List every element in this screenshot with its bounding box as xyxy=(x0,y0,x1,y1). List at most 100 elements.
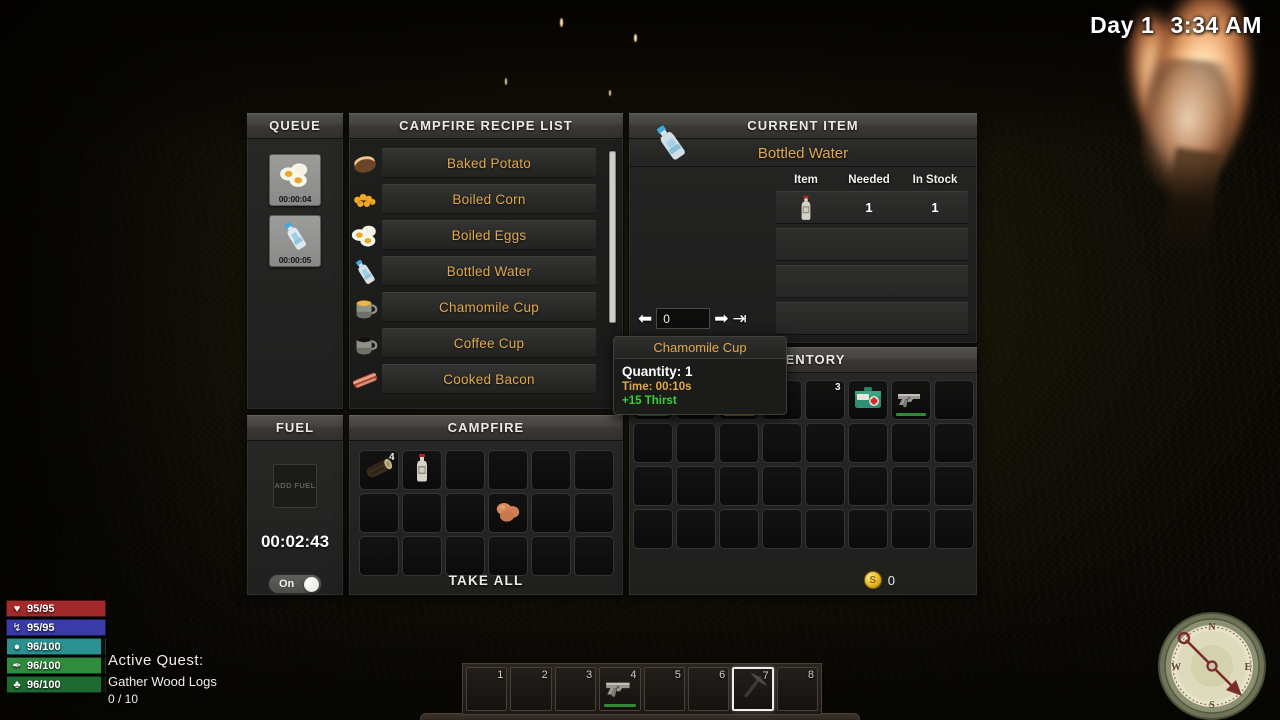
fuel-timer: 00:02:43 xyxy=(260,531,330,551)
recipe-row[interactable]: Cooked Bacon xyxy=(353,364,596,394)
hotbar-slot-4[interactable]: 4 xyxy=(599,667,641,711)
inventory-slot[interactable] xyxy=(847,509,888,549)
recipe-name: Bottled Water xyxy=(446,263,532,279)
inventory-slot[interactable] xyxy=(933,509,974,549)
campfire-slot[interactable] xyxy=(401,493,442,533)
campfire-slot[interactable] xyxy=(573,450,614,490)
campfire-slot[interactable] xyxy=(444,493,485,533)
inventory-slot[interactable] xyxy=(761,509,802,549)
requirement-needed: 1 xyxy=(865,200,873,215)
inventory-slot[interactable] xyxy=(632,423,673,463)
coffee-cup-icon xyxy=(350,328,382,360)
inventory-slot[interactable] xyxy=(761,466,802,506)
arrow-right-icon[interactable]: ➡ xyxy=(714,310,728,327)
recipe-list-header: CAMPFIRE RECIPE LIST xyxy=(349,113,623,139)
hotbar-slot-1[interactable]: 1 xyxy=(466,667,508,711)
campfire-slot[interactable]: 4 xyxy=(358,450,399,490)
fuel-body: ADD FUEL 00:02:43 On xyxy=(248,442,342,594)
baked-potato-icon xyxy=(350,148,382,180)
campfire-slot[interactable] xyxy=(401,450,442,490)
inventory-slot[interactable] xyxy=(675,423,716,463)
queue-slot[interactable]: 00:00:05 xyxy=(269,215,321,267)
svg-text:N: N xyxy=(1208,622,1216,633)
campfire-slot[interactable] xyxy=(530,493,571,533)
campfire-slot-grid: 4 xyxy=(350,450,622,576)
svg-text:W: W xyxy=(1171,662,1181,673)
heart-icon: ♥ xyxy=(13,602,21,615)
hotbar-slot-number: 7 xyxy=(762,670,769,682)
campfire-slot[interactable] xyxy=(444,450,485,490)
inventory-slot[interactable] xyxy=(847,423,888,463)
runner-icon: ↯ xyxy=(12,622,22,634)
recipe-row[interactable]: Chamomile Cup xyxy=(356,292,596,322)
status-bars: ♥ 95/95 ↯ 95/95 ● 96/100 ✒ 96/100 ♣ 96/100 xyxy=(6,600,106,695)
compass: N E S W xyxy=(1158,612,1266,720)
hotbar-slot-5[interactable]: 5 xyxy=(643,667,685,711)
hotbar-slot-3[interactable]: 3 xyxy=(554,667,597,711)
recipe-list-scrollbar[interactable] xyxy=(609,151,616,323)
recipe-row[interactable]: Boiled Corn xyxy=(354,184,596,214)
inventory-slot[interactable] xyxy=(718,466,759,506)
hotbar-slot-number: 8 xyxy=(807,669,815,681)
requirements-rows: 11 xyxy=(776,191,968,335)
quantity-input[interactable]: 0 xyxy=(656,308,711,329)
inventory-slot[interactable] xyxy=(847,466,888,506)
campfire-slot[interactable] xyxy=(487,493,528,533)
inventory-slot[interactable] xyxy=(804,466,845,506)
recipe-row[interactable]: Boiled Eggs xyxy=(351,220,596,250)
game-screen: Day 1 3:34 AM QUEUE 00:00:04 00:00:05 CAMP… xyxy=(0,0,1280,720)
arrow-left-icon[interactable]: ⬅ xyxy=(638,310,652,327)
inventory-slot[interactable] xyxy=(890,466,931,506)
recipe-row[interactable]: Baked Potato xyxy=(353,148,596,178)
inventory-slot[interactable] xyxy=(804,423,845,463)
inventory-slot[interactable] xyxy=(890,509,931,549)
inventory-slot[interactable] xyxy=(933,466,974,506)
hotbar-slot-7[interactable]: 7 xyxy=(732,667,774,711)
recipe-row[interactable]: Bottled Water xyxy=(356,256,596,286)
inventory-slot[interactable] xyxy=(718,423,759,463)
inventory-slot[interactable] xyxy=(890,380,931,420)
campfire-slot[interactable] xyxy=(573,493,614,533)
inventory-slot[interactable] xyxy=(890,423,931,463)
tooltip-time-label: Time: xyxy=(622,381,653,393)
campfire-slot[interactable] xyxy=(530,450,571,490)
requirement-row xyxy=(776,228,968,261)
hotbar-slot-8[interactable]: 8 xyxy=(776,667,819,711)
inventory-slot[interactable] xyxy=(675,466,716,506)
col-needed: Needed xyxy=(848,174,890,186)
time-label: 3:34 AM xyxy=(1170,12,1262,38)
inventory-slot[interactable]: 3 xyxy=(804,380,845,420)
inventory-slot[interactable] xyxy=(804,509,845,549)
col-item: Item xyxy=(794,174,818,186)
inventory-slot[interactable] xyxy=(933,423,974,463)
hotbar-slot-2[interactable]: 2 xyxy=(510,667,552,711)
bottled-water-icon xyxy=(278,219,312,258)
boiled-corn-icon xyxy=(350,184,382,216)
requirement-row xyxy=(776,265,968,298)
hotbar-slot-6[interactable]: 6 xyxy=(687,667,730,711)
take-all-button[interactable]: TAKE ALL xyxy=(350,569,622,593)
inventory-slot[interactable] xyxy=(718,509,759,549)
arrow-max-icon[interactable]: ⇥ xyxy=(733,310,747,327)
eggs-icon xyxy=(492,495,524,532)
campfire-slot[interactable] xyxy=(487,450,528,490)
add-fuel-slot[interactable]: ADD FUEL xyxy=(273,464,317,508)
status-bar-value: 96/100 xyxy=(27,640,61,653)
fuel-toggle[interactable]: On xyxy=(268,573,322,594)
inventory-slot[interactable] xyxy=(761,423,802,463)
queue-slot[interactable]: 00:00:04 xyxy=(269,154,321,206)
campfire-header: CAMPFIRE xyxy=(349,415,623,441)
inventory-slot[interactable] xyxy=(675,509,716,549)
inventory-slot[interactable] xyxy=(632,509,673,549)
campfire-slot[interactable] xyxy=(358,493,399,533)
inventory-slot[interactable] xyxy=(847,380,888,420)
inventory-slot[interactable] xyxy=(933,380,974,420)
tooltip-title: Chamomile Cup xyxy=(614,337,786,359)
gold-display: S 0 xyxy=(863,571,895,589)
current-item-body: Bottled Water Item Needed In Stock 1 1 ⬅… xyxy=(630,125,976,364)
recipe-row[interactable]: Coffee Cup xyxy=(356,328,596,358)
hotbar-slot-number: 3 xyxy=(586,669,593,681)
recipe-name: Boiled Corn xyxy=(452,191,526,207)
campfire-slot-count: 4 xyxy=(388,452,395,463)
inventory-slot[interactable] xyxy=(632,466,673,506)
